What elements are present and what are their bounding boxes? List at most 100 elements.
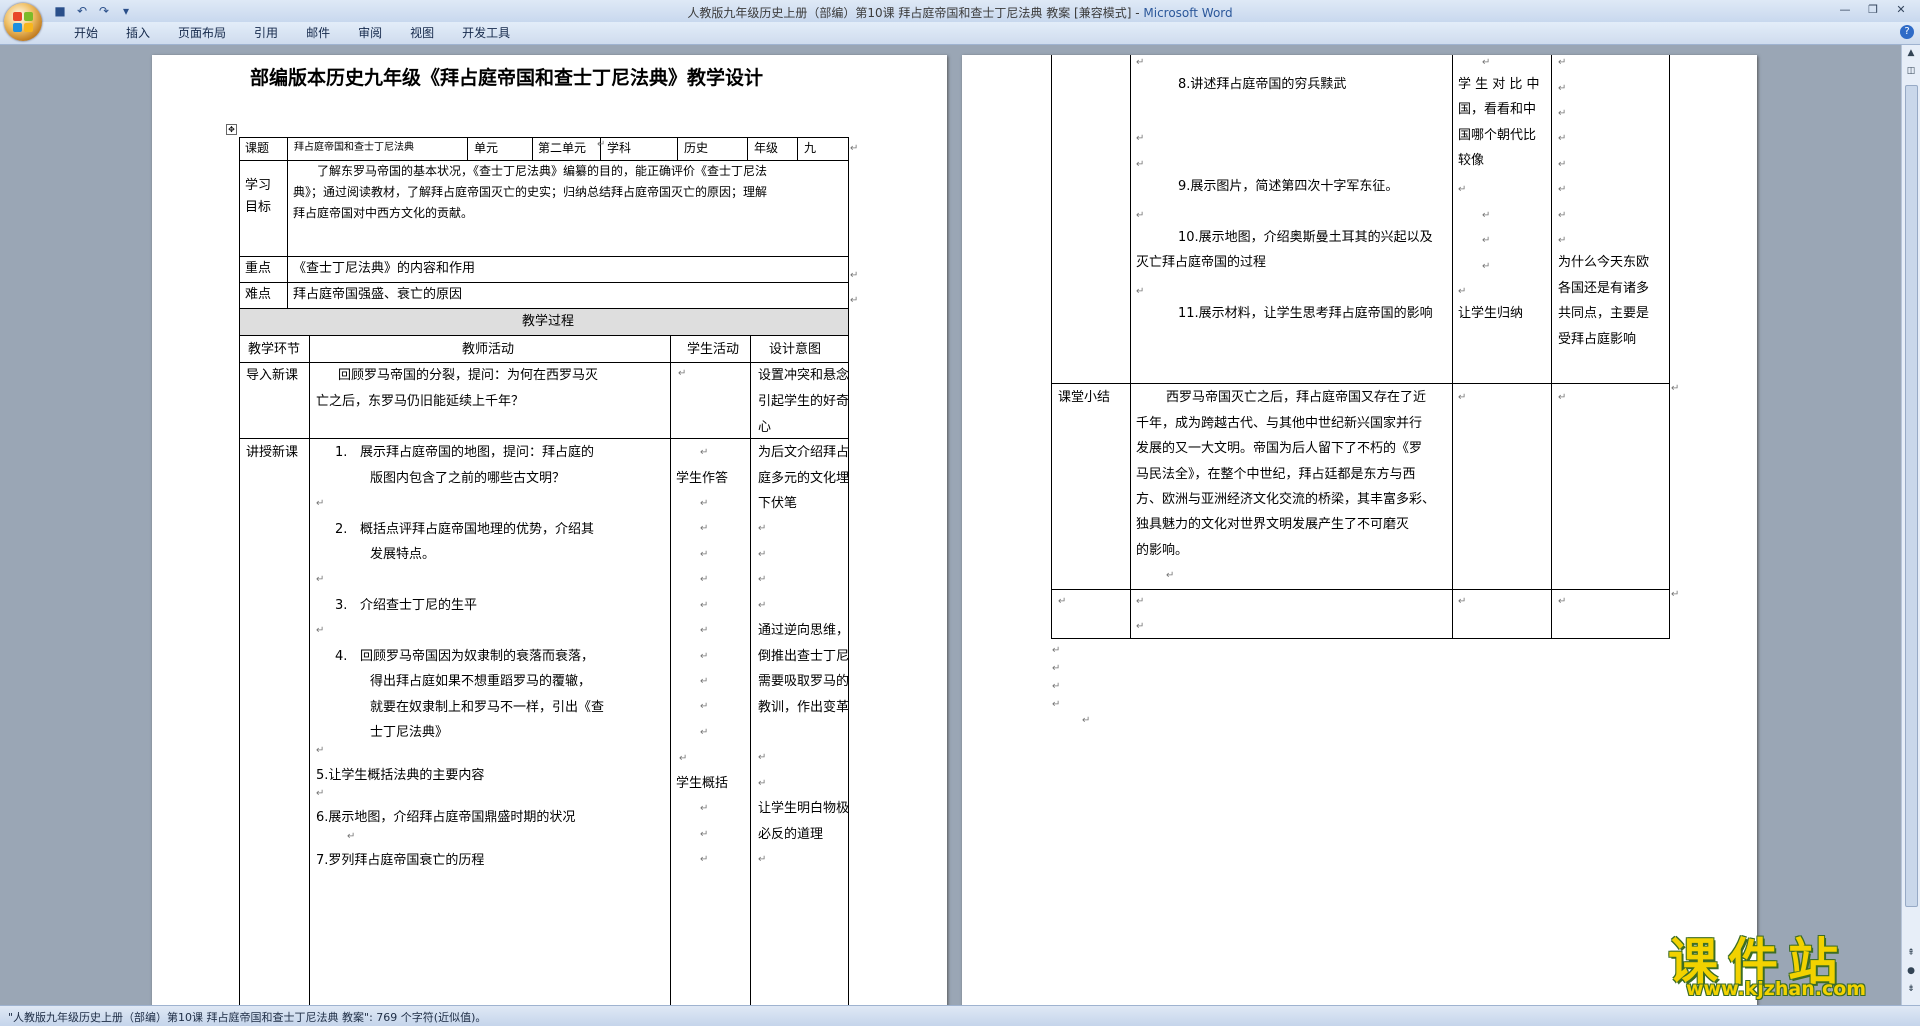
paragraph-mark: ↵ [1671,383,1680,394]
select-browse-object-icon[interactable]: ● [1903,963,1919,979]
vertical-scrollbar[interactable]: ▲ ◫ ⇞ ● ⇟ [1901,45,1920,1005]
paragraph-mark: ↵ [1166,570,1175,581]
paragraph-mark: ↵ [316,745,325,756]
goals-line-2: 典》；通过阅读教材，了解拜占庭帝国灭亡的史实；归纳总结拜占庭帝国灭亡的原因；理解 [293,185,768,199]
tab-view[interactable]: 视图 [396,25,448,41]
paragraph-mark: ↵ [316,788,325,799]
item4-line3: 就要在奴隶制上和罗马不一样，引出《查 [370,700,605,715]
ribbon-tabs: 开始 插入 页面布局 引用 邮件 审阅 视图 开发工具 [60,25,524,41]
minimize-icon[interactable]: — [1832,2,1858,18]
intent1-line2: 庭多元的文化埋 [758,471,850,486]
goals-line-1: 了解东罗马帝国的基本状况，《查士丁尼法典》编纂的目的，能正确评价《查士丁尼法 [317,164,768,178]
paragraph-mark: ↵ [1482,235,1491,246]
tab-page-layout[interactable]: 页面布局 [164,25,240,41]
col-intent: 设计意图 [769,342,822,357]
item2-line2: 发展特点。 [370,547,436,562]
lecture-stage: 讲授新课 [246,445,299,460]
tab-mailings[interactable]: 邮件 [292,25,344,41]
paragraph-mark: ↵ [316,625,325,636]
item7: 7.罗列拜占庭帝国衰亡的历程 [316,853,485,868]
paragraph-mark: ↵ [1558,57,1567,68]
paragraph-mark: ↵ [850,295,859,306]
intro-teacher-2: 亡之后，东罗马仍旧能延续上千年？ [316,394,525,409]
item4-line2: 得出拜占庭如果不想重蹈罗马的覆辙， [370,674,592,689]
item2-line1: 概括点评拜占庭帝国地理的优势，介绍其 [360,522,595,537]
prev-page-icon[interactable]: ⇞ [1903,945,1919,961]
paragraph-mark: ↵ [700,727,709,738]
paragraph-mark: ↵ [758,752,767,763]
item3-line1: 介绍查士丁尼的生平 [360,598,478,613]
goals-label-2: 目标 [245,200,272,215]
summary-line-1: 西罗马帝国灭亡之后，拜占庭帝国又存在了近 [1166,390,1427,405]
intent11-line1: 为什么今天东欧 [1558,255,1650,270]
paragraph-mark: ↵ [1482,210,1491,221]
col-stage: 教学环节 [248,342,301,357]
intent11-line2: 各国还是有诸多 [1558,281,1650,296]
paragraph-mark: ↵ [347,831,356,842]
restore-icon[interactable]: ❐ [1860,2,1886,18]
item5: 5.让学生概括法典的主要内容 [316,768,485,783]
student-conclude: 让学生归纳 [1458,306,1524,321]
summary-line-2: 千年，成为跨越古代、与其他中世纪新兴国家并行 [1136,416,1423,431]
paragraph-mark: ↵ [700,625,709,636]
intent2-line2: 倒推出查士丁尼 [758,649,850,664]
paragraph-mark: ↵ [700,651,709,662]
intent11-line3: 共同点，主要是 [1558,306,1650,321]
paragraph-mark: ↵ [700,574,709,585]
paragraph-mark: ↵ [758,549,767,560]
item3-num: 3. [335,598,348,613]
paragraph-mark: ↵ [700,549,709,560]
paragraph-mark: ↵ [700,498,709,509]
tab-references[interactable]: 引用 [240,25,292,41]
item2-num: 2. [335,522,348,537]
paragraph-mark: ↵ [1482,57,1491,68]
process-header: 教学过程 [522,314,575,329]
watermark-url: www.kjzhan.com [1686,978,1867,1000]
help-icon[interactable]: ? [1900,25,1914,39]
intent1-line1: 为后文介绍拜占 [758,445,850,460]
summary-label: 课堂小结 [1058,390,1111,405]
window-controls: — ❐ ✕ [1832,2,1914,18]
paragraph-mark: ↵ [1458,596,1467,607]
item4-line4: 士丁尼法典》 [370,725,449,740]
unit-value: 第二单元 [538,141,587,155]
tab-review[interactable]: 审阅 [344,25,396,41]
document-page-2[interactable]: 8.讲述拜占庭帝国的穷兵黩武 9.展示图片，简述第四次十字军东征。 10.展示地… [962,55,1757,1005]
paragraph-mark: ↵ [1558,184,1567,195]
status-text: "人教版九年级历史上册（部编）第10课 拜占庭帝国和查士丁尼法典 教案": 76… [8,1011,487,1024]
paragraph-mark: ↵ [1671,589,1680,600]
intro-teacher-1: 回顾罗马帝国的分裂，提问：为何在西罗马灭 [338,368,599,383]
paragraph-mark: ↵ [758,854,767,865]
goals-label-1: 学习 [245,178,272,193]
table-move-handle-icon[interactable]: ✥ [226,124,237,135]
tab-home[interactable]: 开始 [60,25,112,41]
student-answer-1: 学生作答 [676,471,729,486]
next-page-icon[interactable]: ⇟ [1903,981,1919,997]
summary-line-4: 马民法全》，在整个中世纪，拜占廷都是东方与西 [1136,467,1416,482]
paragraph-mark: ↵ [1558,159,1567,170]
intent3-line2: 必反的道理 [758,827,824,842]
scroll-up-icon[interactable]: ▲ [1903,45,1919,61]
ribbon: 开始 插入 页面布局 引用 邮件 审阅 视图 开发工具 ? [0,22,1920,45]
paragraph-mark: ↵ [1082,715,1091,726]
office-button[interactable] [4,3,42,41]
paragraph-mark: ↵ [1458,286,1467,297]
paragraph-mark: ↵ [700,829,709,840]
paragraph-mark: ↵ [1558,108,1567,119]
paragraph-mark: ↵ [1558,133,1567,144]
paragraph-mark: ↵ [678,368,687,379]
scroll-thumb[interactable] [1905,85,1918,907]
tab-developer[interactable]: 开发工具 [448,25,524,41]
paragraph-mark: ↵ [1558,596,1567,607]
close-icon[interactable]: ✕ [1888,2,1914,18]
document-page-1[interactable]: 部编版本历史九年级《拜占庭帝国和查士丁尼法典》教学设计 ✥ 课题 拜占庭帝国和查… [152,55,947,1005]
paragraph-mark: ↵ [1458,184,1467,195]
tab-insert[interactable]: 插入 [112,25,164,41]
paragraph-mark: ↵ [758,778,767,789]
item9: 9.展示图片，简述第四次十字军东征。 [1178,179,1399,194]
student-compare-4: 较像 [1458,153,1485,168]
summary-line-5: 方、欧洲与亚洲经济文化交流的桥梁，其丰富多彩、 [1136,492,1436,507]
paragraph-mark: ↵ [1558,83,1567,94]
paragraph-mark: ↵ [850,143,859,154]
ruler-toggle-icon[interactable]: ◫ [1903,63,1919,79]
